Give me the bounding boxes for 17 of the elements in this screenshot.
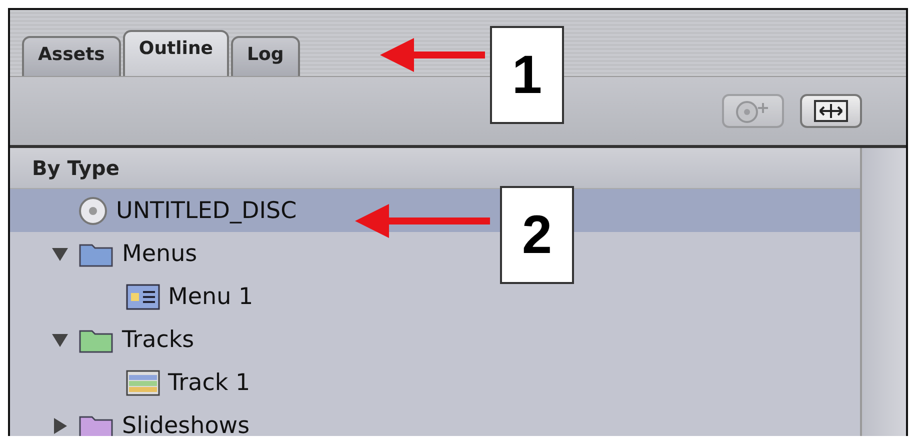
tab[interactable]: Assets: [22, 36, 121, 76]
callout-tooltip: 1: [490, 26, 564, 124]
outline-row[interactable]: Tracks: [10, 318, 206, 361]
outline-row[interactable]: Track 1: [10, 361, 262, 404]
outline-row[interactable]: Menus: [10, 232, 210, 275]
outline-row[interactable]: Slideshows: [10, 404, 262, 436]
outline-row[interactable]: Menu 1: [10, 275, 266, 318]
expand-icon: [814, 100, 848, 122]
track-icon: [126, 370, 160, 396]
column-header[interactable]: By Type: [10, 148, 860, 189]
tab[interactable]: Outline: [122, 30, 229, 76]
menu-icon: [126, 284, 160, 310]
tab[interactable]: Log: [230, 36, 300, 76]
scrollbar[interactable]: [860, 148, 906, 436]
callout-tooltip: 2: [500, 186, 574, 284]
fit-button[interactable]: [800, 94, 862, 128]
disc-icon: [78, 196, 108, 226]
